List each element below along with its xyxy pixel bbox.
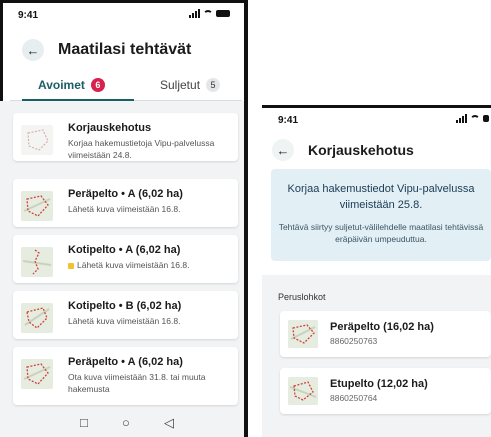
card-subtitle: Ota kuva viimeistään 31.8. tai muuta hak… — [68, 372, 206, 394]
status-time: 9:41 — [18, 10, 39, 21]
back-nav-button[interactable]: ◁ — [164, 415, 174, 431]
tab-label: Suljetut — [160, 78, 201, 92]
card-title: Peräpelto • A (6,02 ha) — [68, 188, 183, 200]
task-card[interactable]: Peräpelto • A (6,02 ha) Lähetä kuva viim… — [13, 179, 238, 227]
count-badge: 6 — [90, 78, 105, 92]
task-list: Korjauskehotus Korjaa hakemustietoja Vip… — [0, 101, 244, 408]
field-map-icon — [21, 303, 53, 333]
warning-indicator — [68, 262, 74, 269]
parcel-id: 8860250763 — [330, 336, 378, 346]
card-subtitle: Lähetä kuva viimeistään 16.8. — [77, 260, 190, 270]
phone-bezel — [244, 0, 248, 437]
status-bar: 9:41 — [272, 113, 489, 127]
field-map-icon — [21, 125, 53, 155]
task-card[interactable]: Kotipelto • B (6,02 ha) Lähetä kuva viim… — [13, 291, 238, 339]
parcel-list: Peruslohkot Peräpelto (16,02 ha) 8860250… — [262, 275, 491, 437]
section-label: Peruslohkot — [278, 292, 326, 302]
wifi-icon — [203, 9, 213, 18]
field-map-icon — [288, 377, 318, 405]
phone-screen-tasks: 9:41 ← Maatilasi tehtävät Avoimet 6 Sulj… — [0, 0, 248, 437]
parcel-title: Peräpelto (16,02 ha) — [330, 321, 434, 333]
app-header: ← Maatilasi tehtävät — [22, 38, 238, 62]
phone-bezel — [262, 105, 491, 108]
card-subtitle: Korjaa hakemustietoja Vipu-palvelussa vi… — [68, 138, 215, 160]
field-map-icon — [21, 247, 53, 277]
back-arrow-icon: ← — [276, 142, 290, 158]
parcel-card[interactable]: Peräpelto (16,02 ha) 8860250763 — [280, 311, 491, 357]
card-title: Korjauskehotus — [68, 122, 152, 134]
count-badge: 5 — [206, 78, 221, 92]
tab-label: Avoimet — [38, 78, 85, 92]
status-time: 9:41 — [278, 115, 299, 126]
page-title: Maatilasi tehtävät — [58, 41, 192, 58]
signal-icon — [456, 114, 467, 123]
notice-main-text: Korjaa hakemustiedot Vipu-palvelussa vii… — [287, 183, 475, 211]
card-title: Kotipelto • A (6,02 ha) — [68, 244, 181, 256]
page-title: Korjauskehotus — [308, 142, 414, 158]
system-navigation-bar: □ ○ ◁ — [0, 408, 244, 437]
card-subtitle: Lähetä kuva viimeistään 16.8. — [68, 204, 181, 214]
card-title: Kotipelto • B (6,02 ha) — [68, 300, 182, 312]
task-card-correction[interactable]: Korjauskehotus Korjaa hakemustietoja Vip… — [13, 113, 238, 161]
signal-icon — [189, 9, 200, 18]
back-button[interactable]: ← — [272, 139, 294, 161]
battery-icon — [483, 115, 489, 122]
parcel-card[interactable]: Etupelto (12,02 ha) 8860250764 — [280, 368, 491, 414]
task-card[interactable]: Kotipelto • A (6,02 ha) Lähetä kuva viim… — [13, 235, 238, 283]
phone-screen-correction: 9:41 ← Korjauskehotus Korjaa hakemustied… — [262, 105, 491, 437]
battery-icon — [216, 10, 230, 17]
recents-button[interactable]: □ — [80, 415, 88, 430]
card-subtitle: Lähetä kuva viimeistään 16.8. — [68, 316, 181, 326]
notice-sub-text: Tehtävä siirtyy suljetut-välilehdelle ma… — [278, 222, 484, 244]
tab-bar: Avoimet 6 Suljetut 5 — [10, 76, 242, 101]
task-card[interactable]: Peräpelto • A (6,02 ha) Ota kuva viimeis… — [13, 347, 238, 405]
field-map-icon — [288, 320, 318, 348]
app-header: ← Korjauskehotus — [272, 138, 487, 162]
card-title: Peräpelto • A (6,02 ha) — [68, 356, 183, 368]
tab-closed[interactable]: Suljetut 5 — [160, 78, 221, 92]
field-map-icon — [21, 359, 53, 389]
home-button[interactable]: ○ — [122, 415, 130, 430]
tab-open[interactable]: Avoimet 6 — [38, 78, 105, 92]
back-button[interactable]: ← — [22, 39, 44, 61]
correction-notice: Korjaa hakemustiedot Vipu-palvelussa vii… — [271, 169, 491, 261]
status-bar: 9:41 — [14, 8, 234, 24]
wifi-icon — [470, 114, 480, 123]
phone-bezel — [0, 0, 248, 3]
field-map-icon — [21, 191, 53, 221]
parcel-id: 8860250764 — [330, 393, 378, 403]
parcel-title: Etupelto (12,02 ha) — [330, 378, 428, 390]
back-arrow-icon: ← — [26, 42, 40, 58]
